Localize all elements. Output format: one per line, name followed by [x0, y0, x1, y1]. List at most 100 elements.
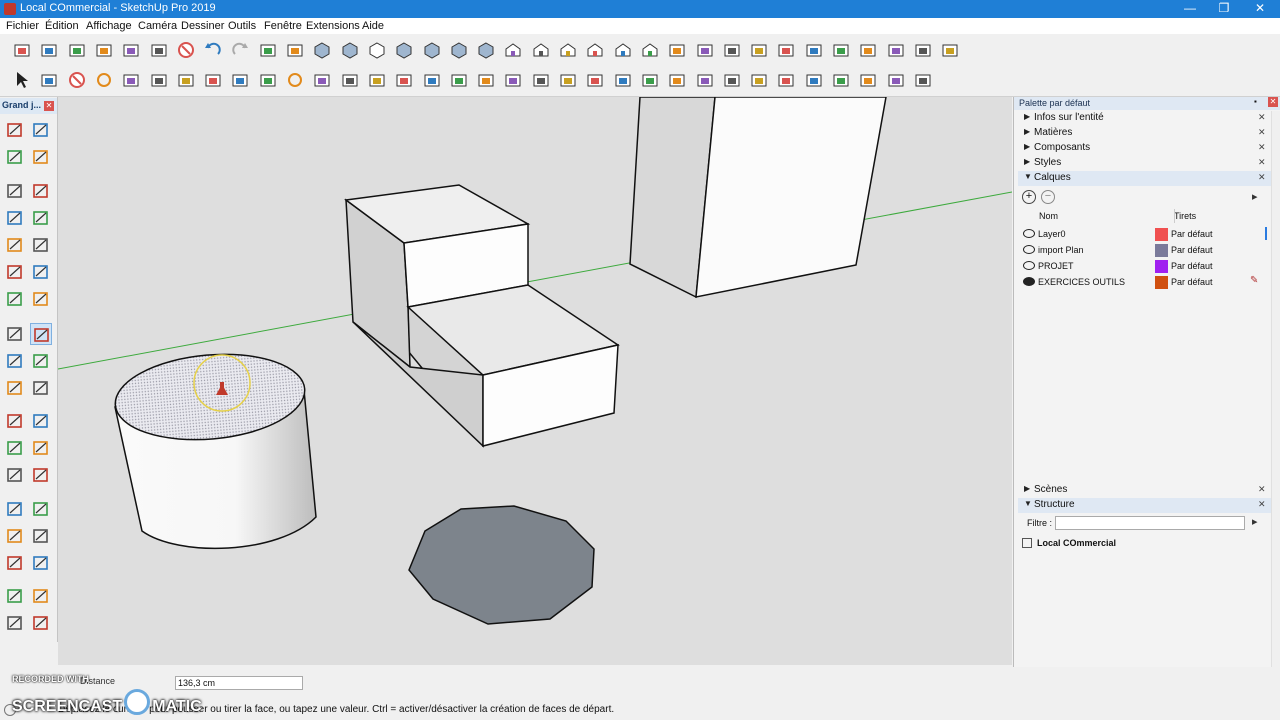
pie-icon[interactable] [30, 288, 52, 310]
freehand-icon[interactable] [30, 180, 52, 202]
protractor-icon[interactable] [4, 437, 26, 459]
redo-icon[interactable] [230, 40, 250, 60]
layout-icon[interactable] [640, 70, 660, 90]
outliner-root-item[interactable]: Local COmmercial [1037, 538, 1116, 548]
undo-icon[interactable] [203, 40, 223, 60]
outer-shell-icon[interactable] [695, 70, 715, 90]
section-close-icon[interactable]: ✕ [1258, 484, 1266, 495]
section-close-icon[interactable]: ✕ [1258, 142, 1266, 153]
layer-dashes[interactable]: Par défaut [1171, 245, 1213, 255]
shaded-icon[interactable] [422, 40, 442, 60]
monochrome-icon[interactable] [476, 40, 496, 60]
section-close-icon[interactable]: ✕ [1258, 157, 1266, 168]
section-fill-icon[interactable] [558, 70, 578, 90]
dimension-icon[interactable] [30, 410, 52, 432]
section-close-icon[interactable]: ✕ [1258, 127, 1266, 138]
menu-camera[interactable]: Caméra [138, 20, 177, 32]
layer-row[interactable]: import Plan Par défaut [1018, 243, 1280, 259]
tray-close-button[interactable]: ✕ [1268, 97, 1278, 107]
orbit-icon[interactable] [4, 498, 26, 520]
arc-icon[interactable] [4, 261, 26, 283]
sandbox-stamp-icon[interactable] [858, 40, 878, 60]
select-icon[interactable] [4, 119, 26, 141]
scale-icon[interactable] [258, 70, 278, 90]
section-plane-icon[interactable] [476, 70, 496, 90]
trim-icon[interactable] [804, 70, 824, 90]
model-info-icon[interactable] [285, 40, 305, 60]
section-close-icon[interactable]: ✕ [1258, 172, 1266, 183]
erase-icon[interactable] [176, 40, 196, 60]
back-view-icon[interactable] [613, 40, 633, 60]
pan-icon[interactable] [30, 498, 52, 520]
cut-icon[interactable] [94, 40, 114, 60]
section-styles[interactable]: ▶ Styles ✕ [1018, 156, 1280, 171]
section-materials[interactable]: ▶ Matières ✕ [1018, 126, 1280, 141]
zoom-extents-icon[interactable] [4, 552, 26, 574]
paint-icon[interactable] [121, 70, 141, 90]
left-view-icon[interactable] [640, 40, 660, 60]
eraser-icon[interactable] [30, 146, 52, 168]
xray-icon[interactable] [312, 40, 332, 60]
menu-dessiner[interactable]: Dessiner [181, 20, 224, 32]
axes-icon[interactable] [422, 70, 442, 90]
new-icon[interactable] [12, 40, 32, 60]
display-section-cuts-icon[interactable] [531, 70, 551, 90]
layer-dashes[interactable]: Par défaut [1171, 277, 1213, 287]
position-camera-icon[interactable] [4, 585, 26, 607]
layer-details-icon[interactable]: ▸ [1252, 190, 1258, 203]
palette-close-button[interactable]: ✕ [44, 101, 54, 111]
modeling-viewport[interactable] [58, 97, 1012, 665]
layer-col-dashes[interactable]: Tirets [1174, 211, 1196, 221]
section-entity-info[interactable]: ▶ Infos sur l'entité ✕ [1018, 111, 1280, 126]
menu-edition[interactable]: Édition [45, 20, 79, 32]
eraser-icon[interactable] [67, 70, 87, 90]
copy-icon[interactable] [121, 40, 141, 60]
outliner-details-icon[interactable]: ▸ [1252, 515, 1258, 528]
menu-extensions[interactable]: Extensions [306, 20, 360, 32]
zoom-icon[interactable] [722, 40, 742, 60]
orbit-icon[interactable] [667, 40, 687, 60]
section-outliner[interactable]: ▼ Structure ✕ [1018, 498, 1280, 513]
section-close-icon[interactable]: ✕ [1258, 112, 1266, 123]
outliner-filter-input[interactable] [1055, 516, 1245, 530]
visibility-eye-icon[interactable] [1023, 229, 1035, 238]
fog-icon[interactable] [913, 70, 933, 90]
tape-measure-icon[interactable] [312, 70, 332, 90]
3d-text-icon[interactable] [30, 464, 52, 486]
sandbox-drape-icon[interactable] [886, 40, 906, 60]
push-pull-icon[interactable] [30, 323, 52, 345]
layer-color-swatch[interactable] [1155, 260, 1168, 273]
offset-icon[interactable] [30, 377, 52, 399]
axes-icon[interactable] [4, 464, 26, 486]
scale-icon[interactable] [4, 377, 26, 399]
menu-outils[interactable]: Outils [228, 20, 256, 32]
visibility-eye-icon[interactable] [1023, 261, 1035, 270]
subtract-icon[interactable] [776, 70, 796, 90]
layer-row[interactable]: Layer0 Par défaut [1018, 227, 1280, 243]
circle-icon[interactable] [4, 234, 26, 256]
rectangle-icon[interactable] [4, 207, 26, 229]
layer-row-active[interactable]: EXERCICES OUTILS Par défaut ✎ [1018, 275, 1280, 291]
dimension-icon[interactable] [340, 70, 360, 90]
select-icon[interactable] [12, 70, 32, 90]
move-icon[interactable] [149, 70, 169, 90]
section-plane-icon[interactable] [30, 612, 52, 634]
warehouse-icon[interactable] [585, 70, 605, 90]
section-components[interactable]: ▶ Composants ✕ [1018, 141, 1280, 156]
section-layers[interactable]: ▼ Calques ✕ [1018, 171, 1280, 186]
sandbox-flip-edge-icon[interactable] [940, 40, 960, 60]
intersect-icon[interactable] [722, 70, 742, 90]
open-icon[interactable] [39, 40, 59, 60]
shaded-textures-icon[interactable] [449, 40, 469, 60]
zoom-extents-icon[interactable] [749, 40, 769, 60]
tape-measure-icon[interactable] [4, 410, 26, 432]
push-pull-icon[interactable] [176, 70, 196, 90]
polygon-icon[interactable] [30, 234, 52, 256]
pan-icon[interactable] [695, 40, 715, 60]
layer-color-swatch[interactable] [1155, 244, 1168, 257]
layer-row[interactable]: PROJET Par défaut [1018, 259, 1280, 275]
extension-warehouse-icon[interactable] [613, 70, 633, 90]
two-point-arc-icon[interactable] [30, 261, 52, 283]
layer-color-swatch[interactable] [1155, 276, 1168, 289]
section-close-icon[interactable]: ✕ [1258, 499, 1266, 510]
